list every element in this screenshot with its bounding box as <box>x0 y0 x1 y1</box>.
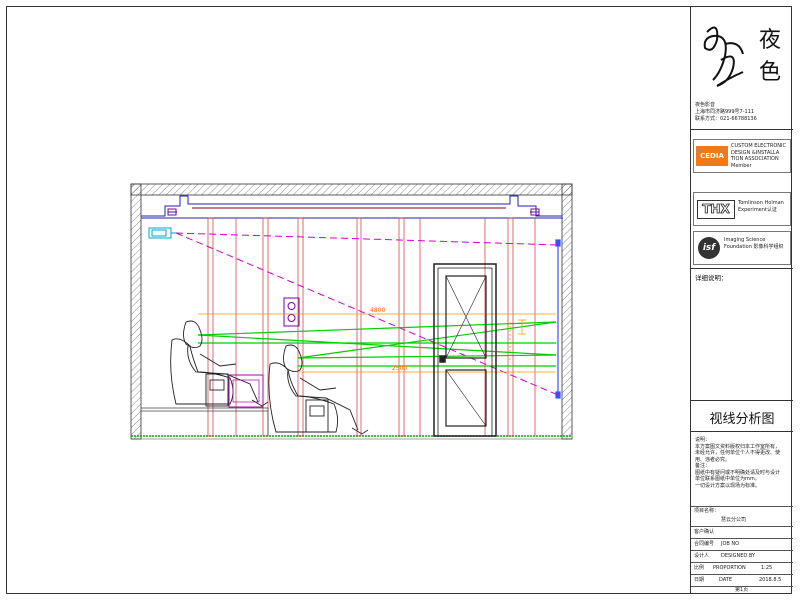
ceiling-soffit <box>141 195 563 219</box>
association-isf: isf Imaging Science Foundation 影像科学组织 <box>693 231 791 265</box>
projector <box>148 227 176 239</box>
row-value: 2018.8.5 <box>759 577 782 583</box>
sight-lines <box>197 321 557 367</box>
title-block: 夜色 夜色影音 上海市同济路999号7-111 联系方式：021-6678813… <box>690 6 793 594</box>
company-address: 上海市同济路999号7-111 <box>695 109 755 115</box>
info-row: 设计人 DESIGNED BY <box>691 550 793 562</box>
section-drawing: 4800 2500 <box>130 183 573 440</box>
row-en: DESIGNED BY <box>721 553 756 559</box>
row-zh: 设计人 <box>694 553 710 559</box>
info-row: 比例 PROPORTION 1:25 <box>691 562 793 574</box>
info-row: 日期 DATE 2018.8.5 <box>691 574 793 586</box>
logo-section: 夜色 夜色影音 上海市同济路999号7-111 联系方式：021-6678813… <box>691 6 793 130</box>
thx-logo: THX <box>697 200 735 219</box>
client-row: 客户确认 <box>691 526 793 538</box>
row-en: DATE <box>719 577 733 583</box>
dimension-lower: 2500 <box>392 365 407 372</box>
project-row: 项目名称： 慧云分公司 <box>691 506 793 526</box>
isf-logo: isf <box>698 237 720 259</box>
brand-logo-mark <box>703 26 744 87</box>
screen <box>555 239 561 399</box>
notes-block: 说明： 本方案图文资料版权归本工作室所有， 未经允许，任何单位个人不得更改、使 … <box>695 437 791 489</box>
drawing-title: 视线分析图 <box>709 412 775 427</box>
brand-name-char1: 夜色 <box>759 28 782 85</box>
association-thx: THX Tomlinson Holman Experiment认证 <box>693 192 791 226</box>
association-cedia: CEDIA CUSTOM ELECTRONIC DESIGN &INSTALLA… <box>693 139 791 173</box>
row-zh: 合同编号 <box>694 541 715 547</box>
info-row: 合同编号 JOB NO <box>691 538 793 550</box>
row-zh: 日期 <box>694 577 705 583</box>
cedia-logo: CEDIA <box>696 146 728 166</box>
dimension-upper: 4800 <box>370 307 385 314</box>
project-value: 慧云分公司 <box>721 517 747 523</box>
right-wall <box>561 183 573 440</box>
left-wall <box>130 183 142 440</box>
page-number: 第1页 <box>735 587 749 593</box>
wall-speaker <box>283 297 300 327</box>
note-line: 一切设计方案以现场为标准。 <box>695 482 761 489</box>
ceiling-slab <box>130 183 573 196</box>
row-en: JOB NO <box>721 541 740 547</box>
note-line: 未经允许，任何单位个人不得更改、使 <box>695 450 781 456</box>
thx-text: Tomlinson Holman Experiment认证 <box>738 200 784 213</box>
row-en: PROPORTION <box>713 565 746 571</box>
page-row: 第1页 <box>691 586 793 594</box>
company-name: 夜色影音 <box>695 102 716 108</box>
row-zh: 比例 <box>694 565 705 571</box>
client-label: 客户确认 <box>694 529 715 535</box>
cedia-text: CUSTOM ELECTRONIC DESIGN &INSTALLA TION … <box>731 143 786 169</box>
project-label: 项目名称： <box>694 508 720 514</box>
details-label: 详细说明： <box>695 274 728 282</box>
company-contact: 联系方式：021-66788136 <box>695 116 757 122</box>
row-value: 1:25 <box>761 565 773 571</box>
riser-platform <box>141 407 269 436</box>
isf-text: Imaging Science Foundation 影像科学组织 <box>724 237 784 250</box>
